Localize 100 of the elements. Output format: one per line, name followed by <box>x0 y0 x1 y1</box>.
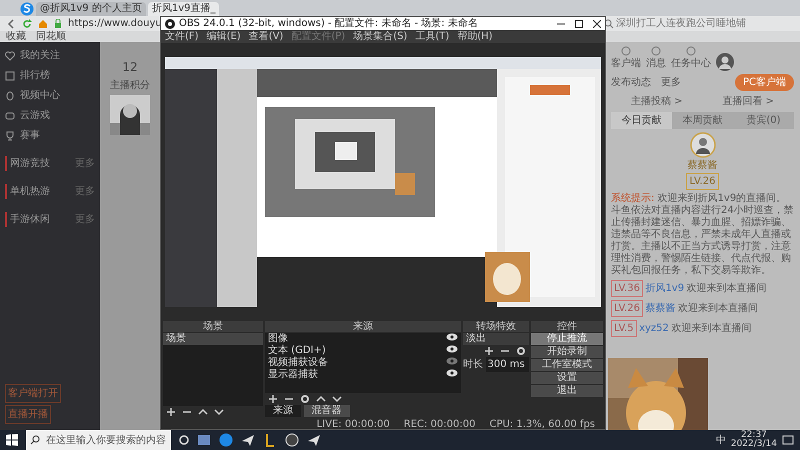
chat-text: 欢迎来到本直播间 <box>686 282 767 296</box>
sidebar-item[interactable]: 视频中心 <box>20 88 60 103</box>
header-link[interactable]: 客户端 <box>611 56 641 71</box>
action-link[interactable]: 更多 <box>661 75 681 90</box>
chat-text: 欢迎来到本直播间 <box>671 322 752 336</box>
dock-tab[interactable]: 混音器 <box>304 405 350 417</box>
menu-item[interactable]: 文件(F) <box>165 29 199 44</box>
window-title: OBS 24.0.1 (32-bit, windows) - 配置文件: 未命名 - 场景: 未命名 <box>179 16 478 30</box>
dock-title: 转场特效 <box>463 321 529 332</box>
control-button[interactable]: 停止推流 <box>531 333 603 345</box>
client-button[interactable]: PC客户端 <box>734 74 794 91</box>
system-message: 系统提示: 欢迎来到折风1v9的直播间。斗鱼依法对直播内容进行24小时巡查，禁止传播封建迷信、暴力血腥、招嫖诈骗、违禁品等不良信息，严禁未成年人直播或打赏。主播以不正当方式诱导打赏，注意理性消费，警惕陌生链接、代点代报、购买礼包回报任务，私下交易等欺诈。 <box>611 193 794 277</box>
menu-item[interactable]: 帮助(H) <box>457 29 493 44</box>
lock-icon <box>54 18 62 28</box>
search-field[interactable]: 深圳打工人连夜跑公司睡地铺 <box>614 15 764 32</box>
section-title: 网游竞技 <box>5 156 50 171</box>
clock-time[interactable]: 22:37 <box>740 431 767 440</box>
sidebar-item[interactable]: 排行榜 <box>20 68 50 83</box>
menu-item[interactable]: 查看(V) <box>248 29 284 44</box>
bookmark[interactable]: 同花顺 <box>36 31 66 42</box>
duration-label: 时长 <box>463 358 483 372</box>
input-method[interactable]: 中 <box>716 432 726 448</box>
add-icon[interactable] <box>484 346 494 356</box>
task-view-icon[interactable] <box>179 435 189 445</box>
source-item[interactable]: 图像 <box>268 333 288 345</box>
clock-date[interactable]: 2022/3/14 <box>730 440 777 449</box>
contribution-tab[interactable]: 今日贡献 <box>611 112 672 129</box>
avatar-icon <box>690 132 716 158</box>
plane-icon[interactable] <box>241 433 255 447</box>
dock-title: 控件 <box>531 321 603 332</box>
action-link[interactable]: 发布动态 <box>611 75 651 90</box>
duration-field[interactable]: 300 ms <box>486 357 529 372</box>
avatar-icon[interactable] <box>716 53 734 71</box>
obs-app-icon[interactable] <box>285 433 299 447</box>
status-text: LIVE: 00:00:00 <box>316 418 390 429</box>
score-label: 主播积分 <box>110 78 150 93</box>
back-icon[interactable] <box>6 18 16 28</box>
control-button[interactable]: 工作室模式 <box>531 359 603 371</box>
plane-icon[interactable] <box>307 433 321 447</box>
menu-item[interactable]: 场景集合(S) <box>353 29 408 44</box>
add-icon[interactable] <box>268 394 278 404</box>
maximize-icon[interactable] <box>575 20 583 28</box>
search-icon <box>30 435 40 445</box>
source-item[interactable]: 文本 (GDI+) <box>268 345 326 357</box>
heart-icon <box>5 50 15 60</box>
sidebar-item[interactable]: 云游戏 <box>20 108 50 123</box>
status-text: REC: 00:00:00 <box>404 418 476 429</box>
header-link[interactable]: 任务中心 <box>671 56 711 71</box>
hidden-eye-icon[interactable] <box>446 357 458 365</box>
transition-select[interactable]: 淡出 <box>463 333 529 345</box>
notification-icon[interactable] <box>782 434 794 446</box>
section-title: 单机热游 <box>5 184 50 199</box>
up-icon[interactable] <box>198 407 208 417</box>
level-badge: LV.26 <box>686 173 720 190</box>
app-icon[interactable] <box>263 433 277 447</box>
dock-title: 场景 <box>163 321 263 332</box>
contribution-tab[interactable]: 本周贡献 <box>672 112 733 129</box>
dock-tab[interactable]: 来源 <box>265 405 301 417</box>
browser-tab[interactable]: 折风1v9直播_ <box>148 2 220 16</box>
section-title: 手游休闲 <box>5 212 50 227</box>
sidebar-item[interactable]: 赛事 <box>20 128 40 143</box>
control-button[interactable]: 退出 <box>531 385 603 397</box>
menu-item[interactable]: 工具(T) <box>415 29 450 44</box>
close-icon[interactable] <box>593 20 601 28</box>
user-name: 蔡蔡酱 <box>688 158 718 173</box>
trophy-icon <box>5 130 15 140</box>
sidebar-item[interactable]: 我的关注 <box>20 48 60 63</box>
source-item[interactable]: 视频捕获设备 <box>268 357 328 369</box>
chat-text: 欢迎来到本直播间 <box>678 302 758 316</box>
bookmark[interactable]: 收藏 <box>6 31 26 42</box>
score-value: 12 <box>122 59 138 76</box>
start-icon[interactable] <box>6 434 18 446</box>
dock-title: 来源 <box>265 321 461 332</box>
taskbar-search-field[interactable]: 在这里输入你要搜索的内容 <box>26 430 171 450</box>
panel-link[interactable]: 主播投稿 > <box>630 94 683 109</box>
level-badge: LV.36 <box>611 280 643 297</box>
gamepad-icon <box>5 110 15 120</box>
status-text: CPU: 1.3%, 60.00 fps <box>489 418 595 429</box>
control-button[interactable]: 开始录制 <box>531 346 603 358</box>
panel-link[interactable]: 直播回看 > <box>722 94 774 109</box>
eye-icon[interactable] <box>446 345 458 353</box>
source-item[interactable]: 显示器捕获 <box>268 369 318 381</box>
up-icon[interactable] <box>316 394 326 404</box>
down-icon[interactable] <box>332 394 342 404</box>
address-text[interactable]: https://www.douyu <box>68 16 162 31</box>
settings-icon[interactable] <box>516 346 526 356</box>
add-icon[interactable] <box>166 407 176 417</box>
eye-icon[interactable] <box>446 369 458 377</box>
app-icon[interactable] <box>197 433 211 447</box>
scene-item[interactable]: 场景 <box>163 333 263 345</box>
menu-item[interactable]: 编辑(E) <box>206 29 241 44</box>
level-badge: LV.5 <box>611 320 637 337</box>
header-link[interactable]: 消息 <box>646 56 666 71</box>
search-icon <box>604 18 614 28</box>
browser-tab[interactable]: @折风1v9 的个人主页 <box>36 2 146 16</box>
settings-icon[interactable] <box>300 394 310 404</box>
down-icon[interactable] <box>214 407 224 417</box>
eye-icon[interactable] <box>446 333 458 341</box>
browser-app-icon[interactable] <box>219 433 233 447</box>
control-button[interactable]: 设置 <box>531 372 603 384</box>
